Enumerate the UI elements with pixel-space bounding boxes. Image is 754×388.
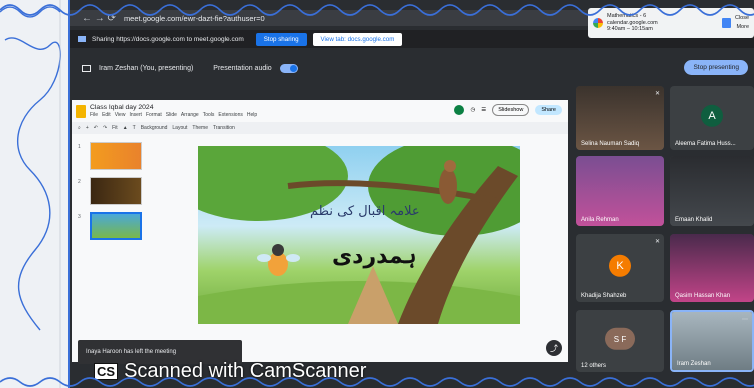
participant-video xyxy=(670,234,754,302)
menu-format[interactable]: Format xyxy=(146,112,162,118)
participant-tile[interactable]: Emaan Khalid xyxy=(670,156,754,226)
participant-tile[interactable]: Qasim Hassan Khan xyxy=(670,234,754,302)
calendar-icon xyxy=(721,18,731,28)
doc-title[interactable]: Class Iqbal day 2024 xyxy=(90,104,257,111)
self-name: Iram Zeshan xyxy=(677,361,711,367)
paper-scribble xyxy=(0,0,61,388)
others-count: 12 others xyxy=(581,363,607,369)
scan-border-bottom xyxy=(0,377,754,387)
participant-video xyxy=(670,156,754,226)
menu-slide[interactable]: Slide xyxy=(166,112,177,118)
sharing-icon xyxy=(78,36,86,42)
participant-tile[interactable]: ✕ K Khadija Shahzeb xyxy=(576,234,664,302)
share-button[interactable]: Share xyxy=(535,105,562,115)
muted-mic-icon: ✕ xyxy=(654,239,660,245)
toolbar-transition[interactable]: Transition xyxy=(213,125,235,131)
menu-arrange[interactable]: Arrange xyxy=(181,112,199,118)
slide-number: 3 xyxy=(78,214,81,220)
zoom-fit[interactable]: Fit xyxy=(112,125,118,131)
add-icon[interactable]: + xyxy=(86,125,89,131)
menu-edit[interactable]: Edit xyxy=(102,112,111,118)
undo-icon[interactable]: ↶ xyxy=(94,125,98,131)
stop-presenting-button[interactable]: Stop presenting xyxy=(684,60,748,75)
menu-help[interactable]: Help xyxy=(247,112,257,118)
others-avatars: S F xyxy=(605,327,635,350)
participant-avatar: A xyxy=(701,104,723,127)
stop-sharing-button[interactable]: Stop sharing xyxy=(255,32,307,46)
slide-canvas[interactable]: علامہ اقبال کی نظم ہمدردی xyxy=(198,146,520,324)
menu-view[interactable]: View xyxy=(115,112,126,118)
screenshot-frame: ← → ⟳ meet.google.com/ewr-dazt-fie?authu… xyxy=(0,0,754,388)
participant-video xyxy=(576,156,664,226)
comments-icon[interactable]: ☰ xyxy=(481,107,486,113)
textbox-icon[interactable]: T xyxy=(133,125,136,131)
toolbar-theme[interactable]: Theme xyxy=(192,125,208,131)
audio-toggle[interactable] xyxy=(279,63,298,73)
slides-logo-icon xyxy=(76,104,86,118)
menu-insert[interactable]: Insert xyxy=(129,112,142,118)
muted-mic-icon: ✕ xyxy=(654,91,660,97)
chrome-icon xyxy=(593,18,603,28)
audio-label: Presentation audio xyxy=(213,64,272,72)
view-tab-button[interactable]: View tab: docs.google.com xyxy=(312,32,403,46)
slide-caption: علامہ اقبال کی نظم xyxy=(310,204,420,219)
sharing-text: Sharing https://docs.google.com to meet.… xyxy=(92,35,244,43)
search-icon[interactable]: ⌕ xyxy=(78,125,81,131)
participant-avatar: K xyxy=(609,254,631,277)
slides-toolbar: ⌕ + ↶ ↷ Fit ▲ T Background Layout Theme … xyxy=(72,122,568,134)
menu-bar: File Edit View Insert Format Slide Arran… xyxy=(90,112,257,118)
participant-tile[interactable]: A Aleema Fatima Huss... xyxy=(670,86,754,150)
participant-name: Anila Rehman xyxy=(581,217,619,223)
participant-name: Khadija Shahzeb xyxy=(581,293,627,299)
toolbar-layout[interactable]: Layout xyxy=(172,125,187,131)
toolbar-background[interactable]: Background xyxy=(141,125,168,131)
more-options-icon[interactable]: ⋯ xyxy=(742,316,748,323)
history-icon[interactable]: ◷ xyxy=(470,107,475,113)
slides-header: Class Iqbal day 2024 File Edit View Inse… xyxy=(72,100,568,122)
redo-icon[interactable]: ↷ xyxy=(103,125,107,131)
share-fab-icon[interactable]: ⤴ xyxy=(546,340,562,356)
slide-title: ہمدردی xyxy=(332,244,417,269)
presenter-label: Iram Zeshan (You, presenting) xyxy=(99,64,194,72)
notification-more-button[interactable]: More xyxy=(735,23,749,32)
filmstrip: 1 2 3 xyxy=(78,142,144,247)
slide-thumbnail-3[interactable] xyxy=(90,212,142,240)
slide-artwork xyxy=(198,146,520,324)
participant-tile[interactable]: Anila Rehman xyxy=(576,156,664,226)
menu-file[interactable]: File xyxy=(90,112,98,118)
cursor-icon[interactable]: ▲ xyxy=(123,125,128,131)
slide-number: 2 xyxy=(78,179,81,185)
slide-thumbnail-2[interactable] xyxy=(90,177,142,205)
scan-border-top xyxy=(0,4,754,16)
slide-number: 1 xyxy=(78,144,81,150)
slideshow-button[interactable]: Slideshow xyxy=(492,104,530,116)
menu-extensions[interactable]: Extensions xyxy=(218,112,242,118)
participant-name: Qasim Hassan Khan xyxy=(675,293,731,299)
paper-edge xyxy=(0,0,70,388)
menu-tools[interactable]: Tools xyxy=(203,112,215,118)
presenting-bar: Iram Zeshan (You, presenting) Presentati… xyxy=(70,56,754,80)
collaborator-avatar[interactable] xyxy=(454,105,465,115)
present-screen-icon xyxy=(82,64,91,72)
header-actions: ◷ ☰ Slideshow Share xyxy=(454,104,562,116)
participant-name: Emaan Khalid xyxy=(675,217,713,223)
others-tile[interactable]: S F 12 others xyxy=(576,310,664,372)
slides-window: Class Iqbal day 2024 File Edit View Inse… xyxy=(72,100,568,362)
self-tile[interactable]: ⋯ Iram Zeshan xyxy=(670,310,754,372)
slide-thumbnail-1[interactable] xyxy=(90,142,142,170)
participant-name: Aleema Fatima Huss... xyxy=(675,141,736,147)
participant-tile[interactable]: ✕ Selina Nauman Sadiq xyxy=(576,86,664,150)
participant-name: Selina Nauman Sadiq xyxy=(581,141,640,147)
notification-sub2: 9:40am – 10:15am xyxy=(607,26,653,33)
